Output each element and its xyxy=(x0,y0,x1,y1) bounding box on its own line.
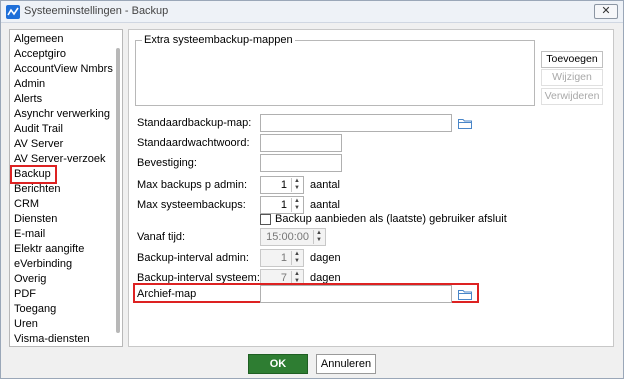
backup-settings-panel: Extra systeembackup-mappen Toevoegen Wij… xyxy=(128,29,614,347)
sidebar-item-label: Algemeen xyxy=(14,33,64,45)
sidebar-item[interactable]: Acceptgiro xyxy=(10,47,122,62)
spin-arrows-icon[interactable]: ▲ ▼ xyxy=(313,230,324,244)
max-system-backups-label: Max systeembackups: xyxy=(137,199,246,211)
backup-on-logout-label: Backup aanbieden als (laatste) gebruiker… xyxy=(275,213,507,225)
sidebar-scrollbar[interactable] xyxy=(116,48,120,333)
backup-on-logout-checkbox[interactable] xyxy=(260,214,271,225)
close-icon: ✕ xyxy=(601,5,611,17)
start-time-stepper[interactable]: 15:00:00 ▲ ▼ xyxy=(260,228,326,246)
sidebar-item[interactable]: eVerbinding xyxy=(10,257,122,272)
sidebar-item[interactable]: AccountView Nmbrs xyxy=(10,62,122,77)
sidebar-item-label: CRM xyxy=(14,198,40,210)
sidebar-item[interactable]: Algemeen xyxy=(10,32,122,47)
interval-admin-unit: dagen xyxy=(310,252,341,264)
close-button[interactable]: ✕ xyxy=(594,4,618,19)
sidebar-item[interactable]: AV Server-verzoek xyxy=(10,152,122,167)
sidebar-item-label: Berichten xyxy=(14,183,61,195)
cancel-button[interactable]: Annuleren xyxy=(316,354,376,374)
std-backup-map-label: Standaardbackup-map: xyxy=(137,117,252,129)
spin-arrows-icon[interactable]: ▲ ▼ xyxy=(291,198,302,212)
sidebar-item[interactable]: PDF xyxy=(10,287,122,302)
sidebar-item-label: Diensten xyxy=(14,213,58,225)
start-time-value: 15:00:00 xyxy=(266,231,309,243)
sidebar-item-label: AV Server xyxy=(14,138,64,150)
sidebar-item[interactable]: Elektr aangifte xyxy=(10,242,122,257)
folder-icon[interactable] xyxy=(458,118,472,129)
sidebar-item-label: Backup xyxy=(10,165,57,184)
extra-backup-folders-legend: Extra systeembackup-mappen xyxy=(142,34,295,46)
sidebar-item[interactable]: Overig xyxy=(10,272,122,287)
max-system-backups-unit: aantal xyxy=(310,199,340,211)
sidebar-item-label: Acceptgiro xyxy=(14,48,66,60)
title-bar: Systeeminstellingen - Backup ✕ xyxy=(1,1,623,23)
spin-arrows-icon[interactable]: ▲ ▼ xyxy=(291,251,302,265)
sidebar-item-label: Visma-diensten xyxy=(14,333,90,345)
sidebar-item[interactable]: Audit Trail xyxy=(10,122,122,137)
app-icon xyxy=(6,5,20,19)
sidebar-item-label: Admin xyxy=(14,78,46,90)
sidebar-item-label: Overig xyxy=(14,273,47,285)
max-system-backups-value: 1 xyxy=(280,199,287,211)
std-password-input[interactable] xyxy=(260,134,342,152)
sidebar-item-label: E-mail xyxy=(14,228,46,240)
sidebar-item[interactable]: Berichten xyxy=(10,182,122,197)
ok-button[interactable]: OK xyxy=(248,354,308,374)
std-password-label: Standaardwachtwoord: xyxy=(137,137,250,149)
sidebar-item-label: AccountView Nmbrs xyxy=(14,63,113,75)
max-backups-admin-stepper[interactable]: 1 ▲ ▼ xyxy=(260,176,304,194)
sidebar-item[interactable]: Diensten xyxy=(10,212,122,227)
sidebar-item[interactable]: Admin xyxy=(10,77,122,92)
confirm-label: Bevestiging: xyxy=(137,157,197,169)
sidebar-item-label: PDF xyxy=(14,288,36,300)
max-backups-admin-value: 1 xyxy=(280,179,287,191)
extra-backup-folders-list[interactable]: Extra systeembackup-mappen xyxy=(135,34,535,106)
sidebar-item[interactable]: Asynchr verwerking xyxy=(10,107,122,122)
sidebar-item-label: Audit Trail xyxy=(14,123,63,135)
confirm-input[interactable] xyxy=(260,154,342,172)
archive-folder-input[interactable] xyxy=(260,285,452,303)
interval-admin-value: 1 xyxy=(280,252,287,264)
sidebar-item-label: Asynchr verwerking xyxy=(14,108,110,120)
sidebar-item-label: eVerbinding xyxy=(14,258,73,270)
sidebar-item[interactable]: AV Server xyxy=(10,137,122,152)
sidebar-item[interactable]: Uren xyxy=(10,317,122,332)
sidebar-item-label: Toegang xyxy=(14,303,57,315)
folder-icon[interactable] xyxy=(458,289,472,300)
change-button[interactable]: Wijzigen xyxy=(541,69,603,86)
sidebar-item[interactable]: Visma-diensten xyxy=(10,332,122,346)
max-system-backups-stepper[interactable]: 1 ▲ ▼ xyxy=(260,196,304,214)
max-backups-admin-unit: aantal xyxy=(310,179,340,191)
start-time-label: Vanaf tijd: xyxy=(137,231,186,243)
sidebar-item[interactable]: E-mail xyxy=(10,227,122,242)
sidebar-item[interactable]: CRM xyxy=(10,197,122,212)
sidebar-item-label: Uren xyxy=(14,318,38,330)
spin-arrows-icon[interactable]: ▲ ▼ xyxy=(291,178,302,192)
add-button[interactable]: Toevoegen xyxy=(541,51,603,68)
sidebar-item-label: Alerts xyxy=(14,93,43,105)
sidebar-list: Algemeen Acceptgiro AccountView Nmbrs Admin… xyxy=(10,30,122,346)
window-title: Systeeminstellingen - Backup xyxy=(24,5,169,17)
sidebar-item[interactable]: Toegang xyxy=(10,302,122,317)
sidebar-item-label: Elektr aangifte xyxy=(14,243,85,255)
interval-admin-label: Backup-interval admin: xyxy=(137,252,249,264)
max-backups-admin-label: Max backups p admin: xyxy=(137,179,248,191)
sidebar-item-label: AV Server-verzoek xyxy=(14,153,106,165)
remove-button[interactable]: Verwijderen xyxy=(541,88,603,105)
std-backup-map-input[interactable] xyxy=(260,114,452,132)
settings-sidebar[interactable]: Algemeen Acceptgiro AccountView Nmbrs Admin… xyxy=(9,29,123,347)
archive-folder-label: Archief-map xyxy=(137,288,197,300)
interval-admin-stepper[interactable]: 1 ▲ ▼ xyxy=(260,249,304,267)
sidebar-item[interactable]: Backup xyxy=(10,165,122,184)
settings-window: Systeeminstellingen - Backup ✕ Algemeen A… xyxy=(0,0,624,379)
sidebar-item[interactable]: Alerts xyxy=(10,92,122,107)
